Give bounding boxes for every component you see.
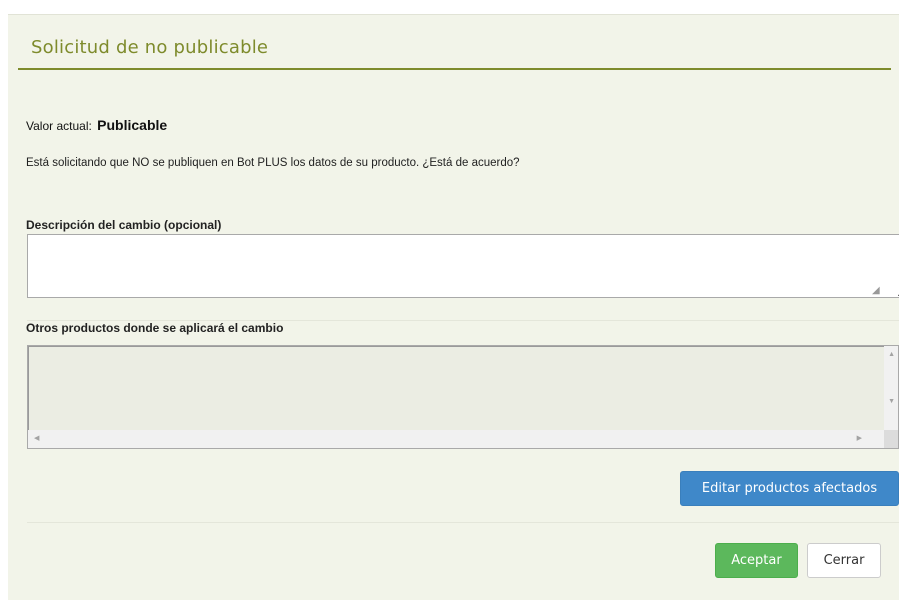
dialog-title: Solicitud de no publicable — [31, 37, 269, 58]
scrollbar-corner — [884, 430, 898, 448]
scroll-down-icon[interactable]: ▼ — [888, 398, 895, 406]
confirmation-question: Está solicitando que NO se publiquen en … — [26, 157, 520, 169]
footer-divider — [27, 522, 899, 523]
other-products-label: Otros productos donde se aplicará el cam… — [26, 321, 284, 335]
current-value-label: Valor actual: — [26, 119, 92, 133]
current-value-row: Valor actual: Publicable — [26, 117, 167, 133]
scroll-up-icon[interactable]: ▲ — [888, 351, 895, 359]
current-value: Publicable — [97, 117, 168, 133]
vertical-scrollbar[interactable]: ▲ ▼ — [884, 346, 898, 430]
accept-button[interactable]: Aceptar — [715, 543, 798, 578]
list-content — [28, 346, 884, 430]
description-label: Descripción del cambio (opcional) — [26, 218, 222, 232]
dialog: Solicitud de no publicable Valor actual:… — [8, 14, 899, 600]
horizontal-scrollbar[interactable]: ◀ ▶ — [28, 430, 884, 448]
scroll-right-icon[interactable]: ▶ — [857, 435, 862, 443]
scroll-left-icon[interactable]: ◀ — [34, 435, 39, 443]
close-button[interactable]: Cerrar — [807, 543, 881, 578]
title-divider — [18, 68, 891, 70]
other-products-list[interactable]: ▲ ▼ ◀ ▶ — [27, 345, 899, 449]
edit-affected-products-button[interactable]: Editar productos afectados — [680, 471, 899, 506]
description-textarea[interactable] — [27, 234, 899, 298]
